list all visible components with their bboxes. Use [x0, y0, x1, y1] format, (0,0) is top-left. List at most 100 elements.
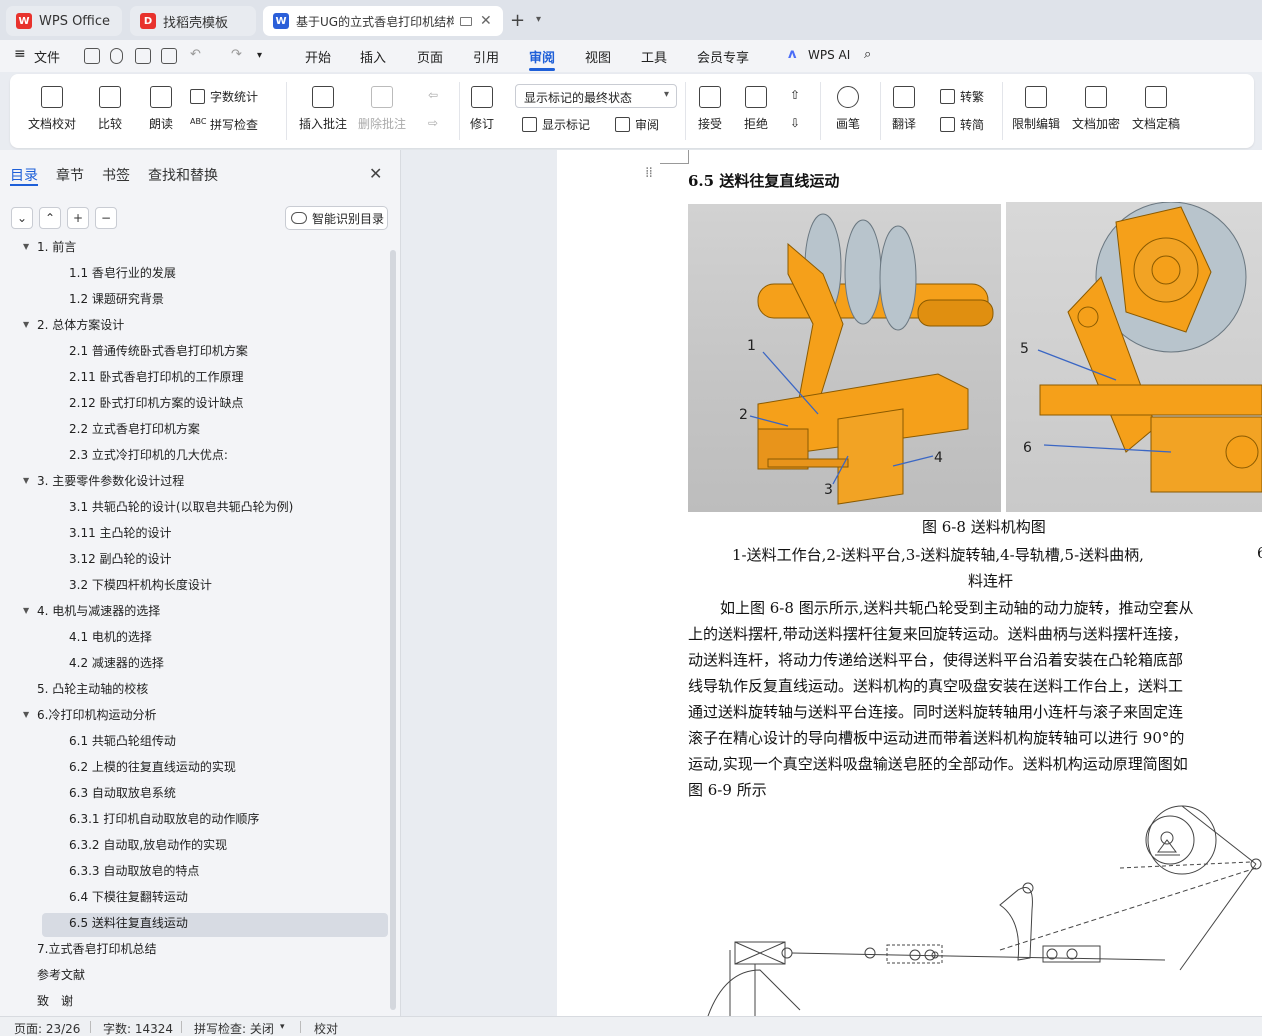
next-comment-icon[interactable]: ⇨ [428, 116, 438, 130]
toc-item[interactable]: 6.4 下模往复翻转运动 [69, 883, 188, 909]
accept-button[interactable]: 接受 [698, 86, 722, 132]
expand-arrow-icon[interactable]: ▼ [23, 242, 29, 251]
toc-item[interactable]: 6.3.3 自动取放皂的特点 [69, 857, 199, 883]
toc-item[interactable]: 5. 凸轮主动轴的校核 [37, 675, 148, 701]
toc-item[interactable]: 6.3.2 自动取,放皂动作的实现 [69, 831, 227, 857]
toc-item[interactable]: 6.3 自动取放皂系统 [69, 779, 176, 805]
menu-references[interactable]: 引用 [473, 47, 499, 66]
show-markup-button[interactable]: 显示标记 [522, 116, 590, 133]
menu-view[interactable]: 视图 [585, 47, 611, 66]
scrollbar[interactable] [390, 250, 396, 1010]
remove-heading-button[interactable]: − [95, 207, 117, 229]
restrict-edit-button[interactable]: 限制编辑 [1012, 86, 1060, 132]
delete-comment-button[interactable]: 删除批注 [358, 86, 406, 132]
spell-check-button[interactable]: ABC 拼写检查 [190, 116, 258, 133]
reject-button[interactable]: 拒绝 [744, 86, 768, 132]
menu-file[interactable]: 文件 [34, 47, 60, 66]
print-preview-icon[interactable] [161, 48, 177, 64]
tab-bookmarks[interactable]: 书签 [102, 165, 130, 185]
expand-all-button[interactable]: ⌄ [11, 207, 33, 229]
expand-arrow-icon[interactable]: ▼ [23, 320, 29, 329]
read-aloud-button[interactable]: 朗读 [149, 86, 173, 132]
tab-docer[interactable]: D 找稻壳模板 [130, 6, 256, 36]
toc-item[interactable]: 1.1 香皂行业的发展 [69, 259, 176, 285]
to-traditional-button[interactable]: 转繁 [940, 88, 984, 105]
toc-item[interactable]: 6.3.1 打印机自动取放皂的动作顺序 [69, 805, 259, 831]
spell-check-status[interactable]: 拼写检查: 关闭 [194, 1020, 274, 1036]
toc-item[interactable]: 3.1 共轭凸轮的设计(以取皂共轭凸轮为例) [69, 493, 293, 519]
translate-button[interactable]: 翻译 [892, 86, 916, 132]
toc-item[interactable]: 3.12 副凸轮的设计 [69, 545, 172, 571]
toc-item[interactable]: 2.3 立式冷打印机的几大优点: [69, 441, 228, 467]
encrypt-button[interactable]: 文档加密 [1072, 86, 1120, 132]
add-heading-button[interactable]: + [67, 207, 89, 229]
chevron-down-icon[interactable]: ▾ [280, 1022, 285, 1032]
markup-state-select[interactable]: 显示标记的最终状态 ▾ [515, 84, 677, 108]
next-change-icon[interactable]: ⇩ [790, 116, 800, 130]
word-count-button[interactable]: 字数统计 [190, 88, 258, 105]
toc-item[interactable]: 4.1 电机的选择 [69, 623, 152, 649]
prev-change-icon[interactable]: ⇧ [790, 88, 800, 102]
toc-item[interactable]: 2.12 卧式打印机方案的设计缺点 [69, 389, 244, 415]
insert-comment-button[interactable]: 插入批注 [299, 86, 347, 132]
tab-document[interactable]: W 基于UG的立式香皂打印机结构 ✕ [263, 6, 503, 36]
redo-icon[interactable]: ↷ [231, 47, 242, 62]
menu-review[interactable]: 审阅 [529, 47, 555, 66]
tab-chapters[interactable]: 章节 [56, 165, 84, 185]
tab-wps-office[interactable]: W WPS Office [6, 6, 122, 36]
tab-find-replace[interactable]: 查找和替换 [148, 165, 218, 185]
expand-arrow-icon[interactable]: ▼ [23, 710, 29, 719]
toc-item[interactable]: ▼ 2. 总体方案设计 [23, 311, 124, 337]
finalize-button[interactable]: 文档定稿 [1132, 86, 1180, 132]
toc-item[interactable]: 1.2 课题研究背景 [69, 285, 164, 311]
prev-comment-icon[interactable]: ⇦ [428, 88, 438, 102]
toc-item[interactable]: 6.1 共轭凸轮组传动 [69, 727, 176, 753]
close-icon[interactable]: ✕ [480, 13, 492, 29]
doc-proof-button[interactable]: 文档校对 [28, 86, 76, 132]
review-pane-button[interactable]: 审阅 [615, 116, 659, 133]
toc-item[interactable]: 6.5 送料往复直线运动 [69, 909, 188, 935]
menu-member[interactable]: 会员专享 [697, 47, 749, 66]
print-icon[interactable] [135, 48, 151, 64]
toc-item[interactable]: ▼ 3. 主要零件参数化设计过程 [23, 467, 184, 493]
menu-wps-ai[interactable]: WPS AI [808, 48, 850, 62]
toc-item[interactable]: 3.11 主凸轮的设计 [69, 519, 172, 545]
toc-item[interactable]: ▼ 1. 前言 [23, 240, 76, 259]
toc-item[interactable]: 参考文献 [37, 961, 85, 987]
undo-icon[interactable]: ↶ [190, 47, 201, 62]
search-icon[interactable]: ⌕ [864, 47, 871, 62]
chevron-down-icon[interactable]: ▾ [536, 14, 541, 25]
toc-item[interactable]: 2.1 普通传统卧式香皂打印机方案 [69, 337, 248, 363]
toc-item[interactable]: ▼ 6.冷打印机构运动分析 [23, 701, 156, 727]
toc-item[interactable]: 4.2 减速器的选择 [69, 649, 164, 675]
toc-item[interactable]: 7.立式香皂打印机总结 [37, 935, 156, 961]
save-icon[interactable] [84, 48, 100, 64]
revise-button[interactable]: 修订 [470, 86, 494, 132]
monitor-icon[interactable] [460, 16, 472, 26]
export-pdf-icon[interactable] [110, 48, 123, 64]
expand-arrow-icon[interactable]: ▼ [23, 476, 29, 485]
menu-tools[interactable]: 工具 [641, 47, 667, 66]
toc-item[interactable]: ▼ 4. 电机与减速器的选择 [23, 597, 160, 623]
menu-insert[interactable]: 插入 [360, 47, 386, 66]
compare-button[interactable]: 比较 [98, 86, 122, 132]
section-heading[interactable]: 6.5 送料往复直线运动 [688, 170, 839, 191]
to-simplified-button[interactable]: 转简 [940, 116, 984, 133]
new-tab-icon[interactable]: + [510, 10, 525, 31]
toc-item[interactable]: 6.2 上模的往复直线运动的实现 [69, 753, 236, 779]
menu-page[interactable]: 页面 [417, 47, 443, 66]
tab-toc[interactable]: 目录 [10, 165, 38, 185]
collapse-button[interactable]: ⌃ [39, 207, 61, 229]
page-indicator[interactable]: 页面: 23/26 [14, 1020, 80, 1036]
menu-home[interactable]: 开始 [305, 47, 331, 66]
expand-arrow-icon[interactable]: ▼ [23, 606, 29, 615]
toc-item[interactable]: 2.11 卧式香皂打印机的工作原理 [69, 363, 244, 389]
smart-toc-button[interactable]: 智能识别目录 [285, 206, 388, 230]
word-count-indicator[interactable]: 字数: 14324 [103, 1020, 173, 1036]
hamburger-icon[interactable]: ≡ [14, 46, 26, 62]
toc-item[interactable]: 3.2 下模四杆机构长度设计 [69, 571, 212, 597]
more-icon[interactable]: ▾ [257, 50, 262, 61]
pen-button[interactable]: 画笔 [836, 86, 860, 132]
close-icon[interactable]: ✕ [369, 164, 382, 183]
toc-item[interactable]: 2.2 立式香皂打印机方案 [69, 415, 200, 441]
